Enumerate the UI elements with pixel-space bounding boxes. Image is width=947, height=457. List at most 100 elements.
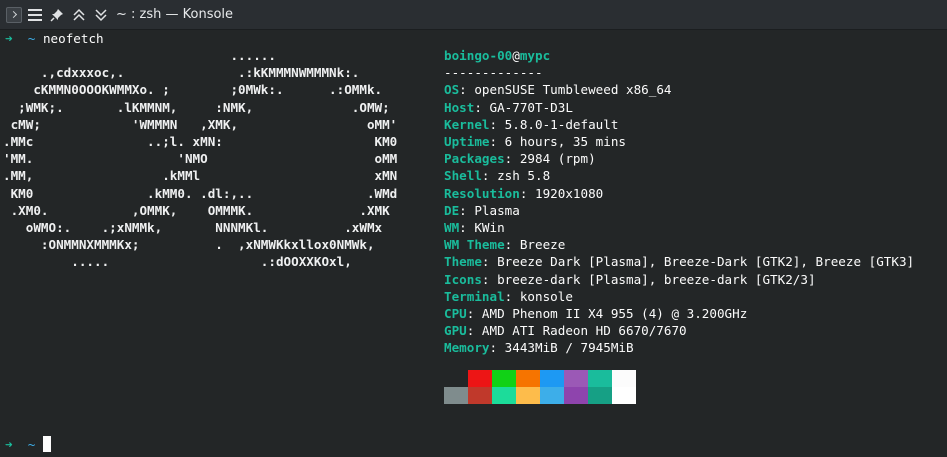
color-swatch — [612, 387, 636, 404]
info-row: Packages: 2984 (rpm) — [444, 150, 596, 167]
color-swatch — [588, 387, 612, 404]
prompt-line[interactable]: ➜ ~ — [5, 436, 51, 453]
info-colon: : — [489, 134, 505, 149]
terminal-area[interactable]: ➜ ~ neofetch ...... .,cdxxxoc,. .:kKMMMN… — [0, 30, 947, 457]
color-swatch — [564, 387, 588, 404]
info-colon: : — [504, 288, 520, 304]
palette-row-2 — [444, 387, 636, 404]
info-value: breeze-dark [Plasma], breeze-dark [GTK2/… — [497, 271, 816, 287]
ascii-line: .XM0. ,OMMK, OMMMK. .XMK — [3, 202, 390, 218]
info-row: Uptime: 6 hours, 35 mins — [444, 133, 626, 150]
window-title: ~ : zsh — Konsole — [116, 7, 234, 22]
prompt-arrow-icon: ➜ — [5, 31, 13, 46]
color-swatch — [468, 370, 492, 387]
info-row: Theme: Breeze Dark [Plasma], Breeze-Dark… — [444, 253, 914, 270]
info-value: openSUSE Tumbleweed x86_64 — [474, 82, 672, 98]
info-colon: : — [519, 185, 535, 201]
info-value: AMD ATI Radeon HD 6670/7670 — [481, 323, 687, 339]
info-label: Kernel — [444, 116, 490, 132]
info-colon: : — [459, 82, 475, 98]
info-value: Breeze Dark [Plasma], Breeze-Dark [GTK2]… — [497, 254, 915, 270]
info-row: Memory: 3443MiB / 7945MiB — [444, 339, 634, 356]
color-swatch — [588, 370, 612, 387]
prompt-path: ~ — [27, 437, 36, 452]
konsole-app-icon[interactable] — [4, 0, 24, 29]
ascii-line: :ONMMNXMMMKx; . ,xNMWKkxllox0NMWk, — [3, 237, 375, 253]
command-text: neofetch — [42, 31, 104, 46]
info-row: GPU: AMD ATI Radeon HD 6670/7670 — [444, 322, 687, 339]
info-separator: ------------- — [444, 65, 543, 80]
color-swatch — [540, 387, 564, 404]
info-row: Shell: zsh 5.8 — [444, 167, 550, 184]
info-label: Shell — [444, 168, 482, 184]
color-swatch — [612, 370, 636, 387]
info-value: zsh 5.8 — [497, 168, 551, 184]
menu-icon[interactable] — [24, 0, 46, 29]
info-colon: : — [489, 340, 505, 356]
pin-icon[interactable] — [46, 0, 68, 29]
ascii-line: oWMO:. .;xNMMk, NNNMKl. .xWMx — [3, 220, 383, 235]
palette-row-1 — [444, 370, 636, 387]
info-label: Terminal — [444, 288, 505, 304]
ascii-line: .MMc ..;l. xMN: KM0 — [3, 134, 398, 149]
info-colon: : — [481, 168, 498, 184]
info-value: 5.8.0-1-default — [504, 116, 619, 132]
info-colon: : — [504, 151, 520, 167]
ascii-line: 'MM. 'NMO oMM — [3, 151, 398, 167]
info-row: WM Theme: Breeze — [444, 236, 565, 253]
keep-above-icon[interactable] — [68, 0, 90, 29]
info-label: OS — [444, 82, 460, 98]
info-row: DE: Plasma — [444, 202, 520, 219]
info-colon: : — [474, 99, 490, 115]
info-value: konsole — [519, 288, 573, 304]
color-swatch — [564, 370, 588, 387]
info-colon: : — [459, 202, 475, 218]
info-value: AMD Phenom II X4 955 (4) @ 3.200GHz — [481, 306, 748, 321]
info-user: boingo-00 — [444, 48, 513, 63]
info-value: GA-770T-D3L — [489, 99, 573, 115]
command-line: ➜ ~ neofetch — [5, 30, 104, 47]
info-row: Kernel: 5.8.0-1-default — [444, 116, 618, 133]
info-colon: : — [466, 306, 482, 321]
info-at: @ — [512, 48, 520, 63]
color-swatch — [468, 387, 492, 404]
info-label: Uptime — [444, 134, 490, 149]
info-colon: : — [459, 220, 475, 235]
info-label: Theme — [444, 254, 482, 270]
ascii-line: ...... — [3, 48, 276, 63]
color-swatch — [444, 387, 468, 404]
info-colon: : — [504, 237, 520, 253]
info-colon: : — [481, 271, 498, 287]
info-row: Terminal: konsole — [444, 288, 573, 305]
info-value: Breeze — [519, 237, 566, 253]
info-label: Packages — [444, 151, 505, 167]
info-row: Icons: breeze-dark [Plasma], breeze-dark… — [444, 271, 816, 288]
info-value: 1920x1080 — [535, 185, 604, 201]
info-label: GPU — [444, 323, 467, 339]
text-cursor — [42, 436, 51, 452]
prompt-path: ~ — [27, 31, 36, 46]
info-label: Memory — [444, 340, 490, 356]
ascii-line: cMW; 'WMMMN ,XMK, oMM' — [3, 116, 398, 132]
color-swatch — [516, 387, 540, 404]
info-value: 6 hours, 35 mins — [504, 134, 626, 149]
info-label: WM — [444, 220, 460, 235]
info-colon: : — [466, 323, 482, 339]
info-value: KWin — [474, 220, 505, 235]
prompt-arrow-icon: ➜ — [5, 437, 13, 452]
ascii-line: KM0 .kMM0. .dl:,.. .WMd — [3, 185, 398, 201]
info-row: Resolution: 1920x1080 — [444, 185, 603, 202]
info-row: WM: KWin — [444, 219, 505, 236]
color-swatch — [492, 387, 516, 404]
info-label: Resolution — [444, 185, 520, 201]
color-swatch — [516, 370, 540, 387]
info-colon: : — [481, 254, 498, 270]
keep-below-icon[interactable] — [90, 0, 112, 29]
info-value: 2984 (rpm) — [519, 151, 596, 167]
info-colon: : — [489, 116, 505, 132]
ascii-line: ;WMK;. .lKMMNM, :NMK, .OMW; — [3, 99, 390, 115]
ascii-line: .,cdxxxoc,. .:kKMMMNWMMMNk:. — [3, 65, 360, 81]
info-label: WM Theme — [444, 237, 505, 253]
info-row: Host: GA-770T-D3L — [444, 99, 573, 116]
info-label: CPU — [444, 306, 467, 321]
